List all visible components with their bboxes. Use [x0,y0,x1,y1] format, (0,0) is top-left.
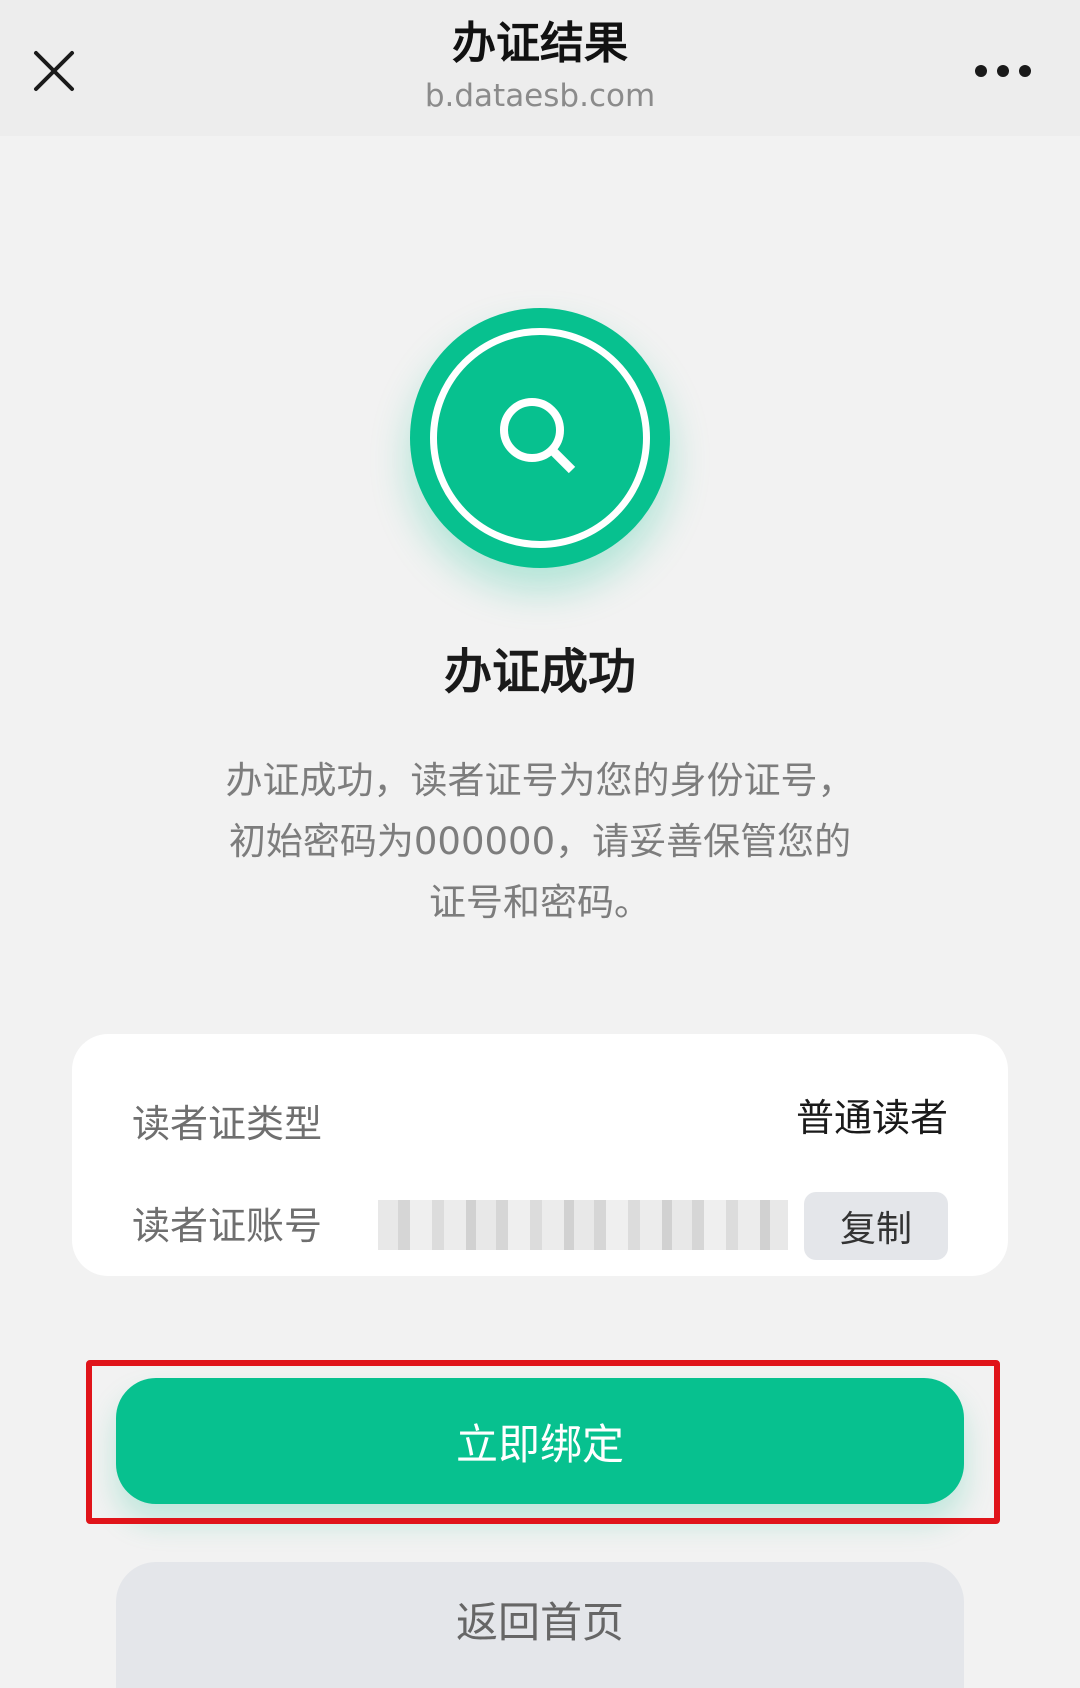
more-button[interactable] [966,46,1040,96]
card-type-value: 普通读者 [795,1096,948,1140]
result-description-line: 证号和密码。 [429,881,651,924]
bind-now-button[interactable]: 立即绑定 [116,1378,964,1504]
result-description: 办证成功，读者证号为您的身份证号， 初始密码为000000，请妥善保管您的 证号… [180,750,900,933]
close-icon [34,51,74,91]
result-description-line: 初始密码为000000，请妥善保管您的 [228,820,852,863]
page-title: 办证结果 [452,18,628,69]
result-title: 办证成功 [443,644,636,700]
result-description-line: 办证成功，读者证号为您的身份证号， [225,759,855,802]
copy-button[interactable]: 复制 [804,1192,948,1260]
page-url: b.dataesb.com [424,78,656,114]
success-badge-ring [430,328,650,548]
more-icon [975,65,1031,77]
card-account-row: 读者证账号 复制 [132,1190,948,1260]
title-area: 办证结果 b.dataesb.com [0,14,1080,116]
search-icon [500,398,576,474]
back-home-button[interactable]: 返回首页 [116,1562,964,1688]
success-badge [410,308,670,568]
close-button[interactable] [24,36,84,106]
card-type-row: 读者证类型 普通读者 [132,1088,948,1158]
card-type-label: 读者证类型 [132,1102,323,1146]
reader-card-info: 读者证类型 普通读者 读者证账号 复制 [72,1034,1008,1276]
card-account-label: 读者证账号 [132,1204,323,1248]
page: 办证结果 b.dataesb.com 办证成功 办证成功，读者证号为您的身份证号… [0,0,1080,1688]
top-bar: 办证结果 b.dataesb.com [0,0,1080,136]
card-account-value-masked [378,1200,788,1250]
